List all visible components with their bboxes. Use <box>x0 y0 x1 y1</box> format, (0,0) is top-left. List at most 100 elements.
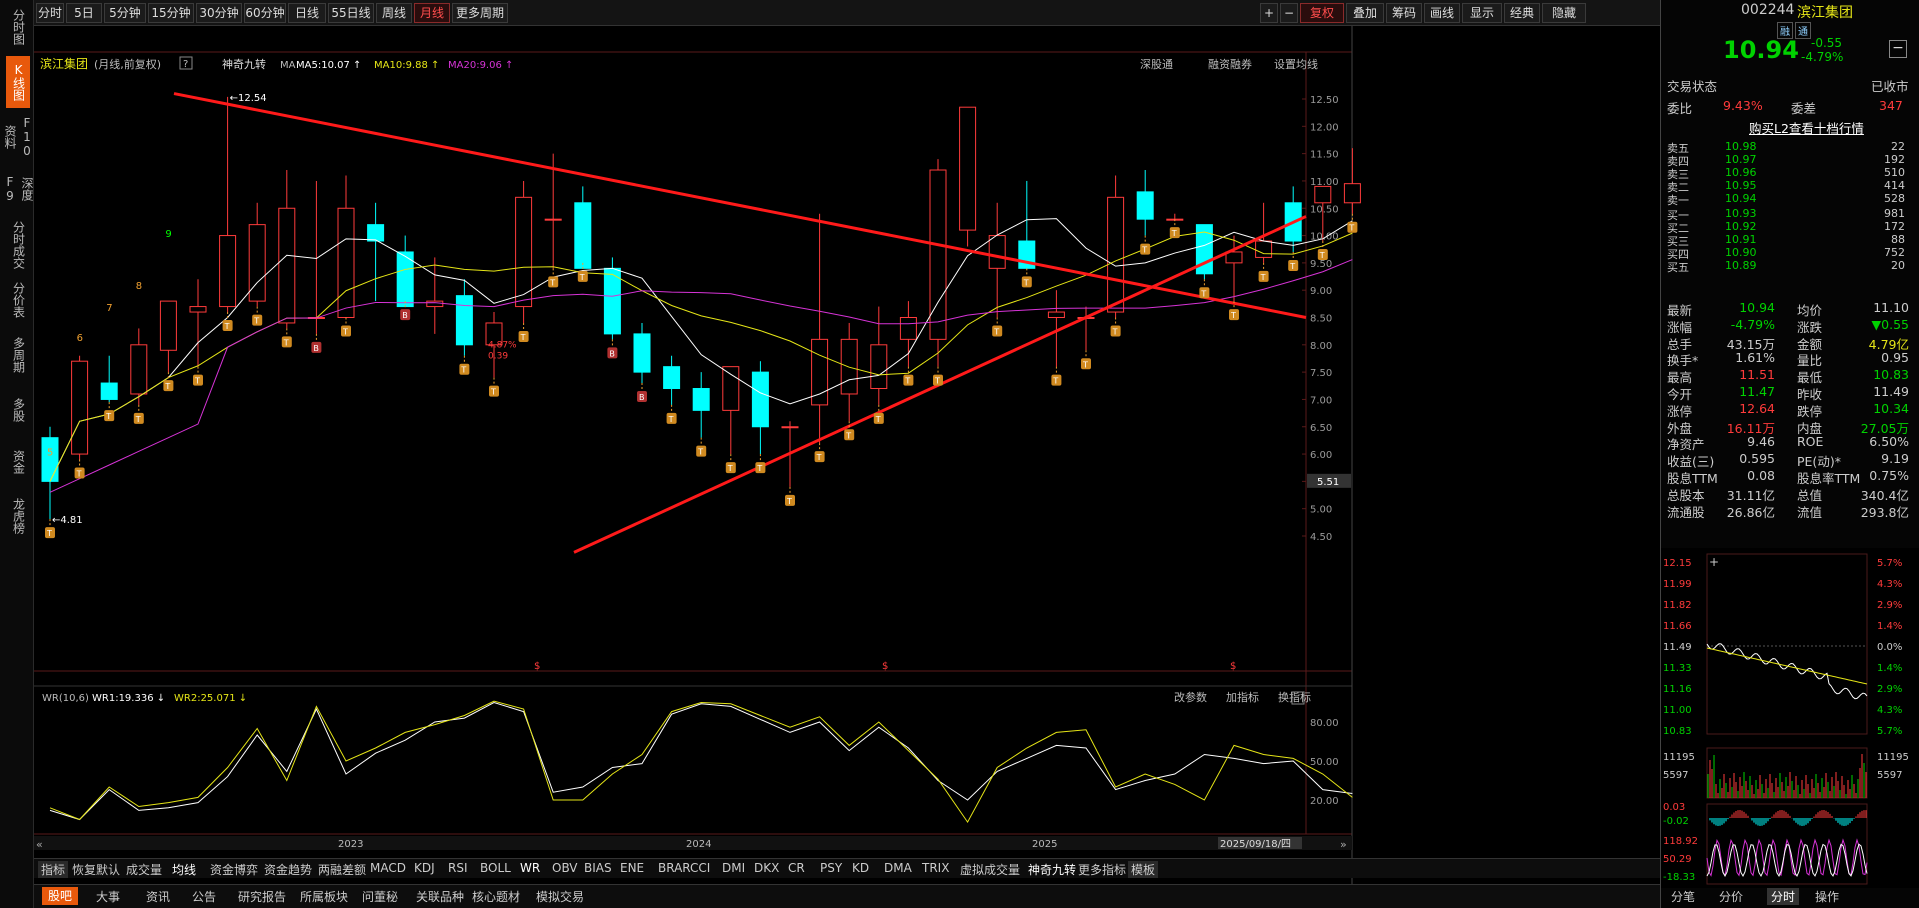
candle[interactable] <box>781 426 799 429</box>
left-tab-2[interactable]: F10资料 <box>3 112 34 162</box>
candle[interactable] <box>130 344 148 395</box>
left-tab-9[interactable]: 龙虎榜 <box>6 490 30 542</box>
left-tab-6[interactable]: 多周期 <box>6 330 30 380</box>
indicator-tab-8[interactable]: KDJ <box>414 861 435 875</box>
candle[interactable] <box>41 437 59 482</box>
bottom-tab-6[interactable]: 问董秘 <box>362 888 398 905</box>
candle[interactable] <box>840 338 858 395</box>
candle[interactable] <box>1136 191 1154 220</box>
scroll-left-icon[interactable]: « <box>36 838 43 851</box>
indicator-tab-2[interactable]: 成交量 <box>126 861 162 878</box>
scroll-right-icon[interactable]: » <box>1340 838 1347 851</box>
bottom-tab-9[interactable]: 模拟交易 <box>536 888 584 905</box>
candle[interactable] <box>988 235 1006 269</box>
indicator-tab-13[interactable]: BIAS <box>584 861 612 875</box>
candle[interactable] <box>71 360 89 455</box>
candle[interactable] <box>692 388 710 411</box>
period-button-8[interactable]: 周线 <box>376 3 412 23</box>
chart-tool-2[interactable]: 复权 <box>1300 3 1344 23</box>
chart-tool-7[interactable]: 经典 <box>1504 3 1540 23</box>
indicator-tab-7[interactable]: MACD <box>370 861 406 875</box>
candle[interactable] <box>811 338 829 406</box>
indicator-tab-4[interactable]: 资金博弈 <box>210 861 258 878</box>
candle[interactable] <box>1047 311 1065 319</box>
mini-plus-icon[interactable]: + <box>1709 555 1719 569</box>
left-tab-5[interactable]: 分价表 <box>6 276 30 324</box>
bottom-tab-8[interactable]: 核心题材 <box>472 888 520 905</box>
book-price[interactable]: 10.92 <box>1725 220 1757 233</box>
left-tab-3[interactable]: 深度F9 <box>3 166 34 212</box>
chart-tool-5[interactable]: 画线 <box>1424 3 1460 23</box>
indicator-tab-19[interactable]: CR <box>788 861 805 875</box>
l2-link[interactable]: 购买L2查看十档行情 <box>1749 118 1864 137</box>
candle[interactable] <box>159 300 177 351</box>
period-button-6[interactable]: 日线 <box>288 3 326 23</box>
candle[interactable] <box>100 382 118 400</box>
chart-tool-8[interactable]: 隐藏 <box>1542 3 1586 23</box>
indicator-tab-22[interactable]: DMA <box>884 861 912 875</box>
bottom-tab-5[interactable]: 所属板块 <box>300 888 348 905</box>
indicator-tab-15[interactable]: BRAR <box>658 861 691 875</box>
right-bottom-tab-1[interactable]: 分价 <box>1719 888 1743 905</box>
indicator-tab-12[interactable]: OBV <box>552 861 578 875</box>
intraday-mini-chart[interactable]: 12.15 11.99 11.82 11.66 11.49 11.33 11.16 11.00… <box>1661 548 1919 888</box>
bottom-tab-7[interactable]: 关联品种 <box>416 888 464 905</box>
chart-tool-0[interactable]: + <box>1260 3 1278 23</box>
period-button-0[interactable]: 分时 <box>36 3 64 23</box>
candle[interactable] <box>544 218 562 221</box>
indicator-tab-0[interactable]: 指标 <box>38 861 69 878</box>
candle[interactable] <box>189 306 207 313</box>
edit-params[interactable]: 改参数 <box>1174 690 1207 704</box>
candle[interactable] <box>870 344 888 390</box>
candle[interactable] <box>367 224 385 242</box>
candle[interactable] <box>959 106 977 231</box>
chart-tool-4[interactable]: 筹码 <box>1386 3 1422 23</box>
candle[interactable] <box>663 366 681 390</box>
bottom-tab-1[interactable]: 大事 <box>96 888 120 905</box>
add-indicator[interactable]: 加指标 <box>1226 690 1259 704</box>
right-bottom-tab-3[interactable]: 操作 <box>1815 888 1839 905</box>
indicator-tab-9[interactable]: RSI <box>448 861 468 875</box>
indicator-tab-1[interactable]: 恢复默认 <box>72 861 120 878</box>
candle[interactable] <box>722 366 740 411</box>
bottom-tab-3[interactable]: 公告 <box>192 888 216 905</box>
candle[interactable] <box>899 317 917 340</box>
indicator-tab-27[interactable]: 模板 <box>1128 861 1159 878</box>
period-button-5[interactable]: 60分钟 <box>244 3 286 23</box>
period-button-2[interactable]: 5分钟 <box>104 3 146 23</box>
period-button-9[interactable]: 月线 <box>414 3 450 23</box>
chart-tool-3[interactable]: 叠加 <box>1346 3 1384 23</box>
candle[interactable] <box>1314 185 1332 204</box>
right-bottom-tab-2[interactable]: 分时 <box>1767 888 1800 905</box>
book-price[interactable]: 10.91 <box>1725 233 1757 246</box>
bottom-tab-4[interactable]: 研究报告 <box>238 888 286 905</box>
indicator-tab-10[interactable]: BOLL <box>480 861 511 875</box>
indicator-tab-11[interactable]: WR <box>520 861 540 875</box>
left-tab-8[interactable]: 资金 <box>6 440 30 484</box>
collapse-icon[interactable]: − <box>1889 40 1907 58</box>
book-price[interactable]: 10.90 <box>1725 246 1757 259</box>
book-price[interactable]: 10.89 <box>1725 259 1757 272</box>
ma-settings-link[interactable]: 设置均线 <box>1274 57 1318 71</box>
indicator-tab-17[interactable]: DMI <box>722 861 745 875</box>
indicator-tab-6[interactable]: 两融差额 <box>318 861 366 878</box>
book-price[interactable]: 10.95 <box>1725 179 1757 192</box>
book-price[interactable]: 10.96 <box>1725 166 1757 179</box>
candle[interactable] <box>278 207 296 324</box>
chart-tool-1[interactable]: − <box>1280 3 1298 23</box>
candle[interactable] <box>633 333 651 373</box>
candle[interactable] <box>751 371 769 428</box>
period-button-1[interactable]: 5日 <box>66 3 102 23</box>
indicator-tab-26[interactable]: 更多指标 <box>1078 861 1126 878</box>
candle[interactable] <box>219 235 237 308</box>
indicator-tab-21[interactable]: KD <box>852 861 869 875</box>
candle[interactable] <box>1107 196 1125 313</box>
right-bottom-tab-0[interactable]: 分笔 <box>1671 888 1695 905</box>
kline-chart[interactable]: 滨江集团 (月线,前复权)? 神奇九转 MA MA5:10.07 ↑ MA10:9.88 … <box>34 26 1660 884</box>
indicator-tab-18[interactable]: DKX <box>754 861 779 875</box>
indicator-tab-5[interactable]: 资金趋势 <box>264 861 312 878</box>
period-button-3[interactable]: 15分钟 <box>148 3 194 23</box>
candle[interactable] <box>1343 183 1361 204</box>
chart-tool-6[interactable]: 显示 <box>1462 3 1502 23</box>
left-tab-0[interactable]: 分时图 <box>6 4 30 50</box>
